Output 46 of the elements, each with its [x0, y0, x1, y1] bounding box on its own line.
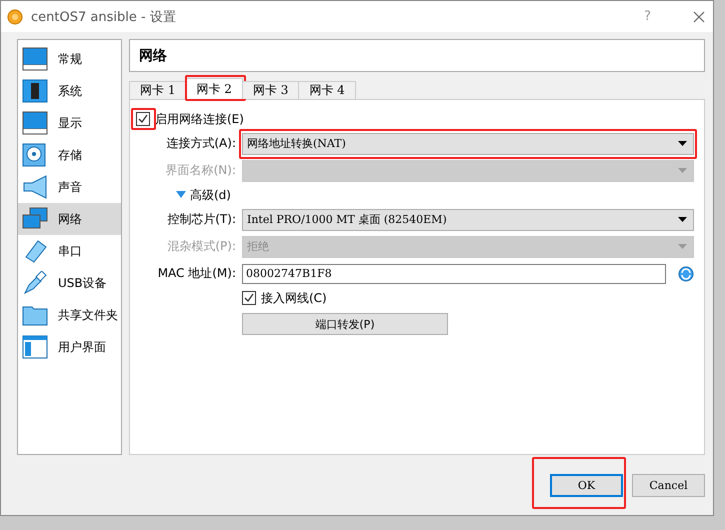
dropdown[interactable]: Intel PRO/1000 MT 桌面 (82540EM) — [242, 208, 694, 230]
sidebar-item[interactable]: 声音 — [18, 171, 121, 203]
checkbox[interactable] — [136, 112, 150, 126]
checkbox-label: 启用网络连接(E) — [155, 110, 244, 128]
sidebar-item[interactable]: 存储 — [18, 139, 121, 171]
sidebar-item[interactable]: 显示 — [18, 107, 121, 139]
tab[interactable]: 网卡 2 — [185, 78, 243, 99]
close-icon[interactable] — [693, 10, 705, 22]
dialog-button[interactable]: Cancel — [632, 474, 705, 496]
usb-icon — [22, 271, 48, 295]
sidebar-item[interactable]: 常规 — [18, 43, 121, 75]
window-title: centOS7 ansible - 设置 — [31, 8, 177, 26]
tab[interactable]: 网卡 3 — [242, 81, 300, 99]
checkbox[interactable] — [242, 291, 256, 305]
sidebar-item[interactable]: 共享文件夹 — [18, 299, 121, 331]
page-title: 网络 — [139, 46, 167, 64]
refresh-icon[interactable] — [678, 266, 694, 282]
speaker-icon — [22, 175, 48, 199]
sidebar-item[interactable]: 系统 — [18, 75, 121, 107]
monitor-icon — [22, 111, 48, 135]
field-label: 连接方式(A): — [165, 135, 236, 152]
sidebar-item[interactable]: 网络 — [18, 203, 121, 235]
sidebar-item[interactable]: 用户界面 — [18, 331, 121, 363]
expand-arrow-icon[interactable] — [176, 191, 186, 199]
app-logo-icon — [7, 8, 23, 24]
dropdown-arrow-icon — [678, 244, 687, 250]
field-label: 控制芯片(T): — [166, 211, 236, 228]
dropdown-arrow-icon — [678, 140, 687, 146]
dropdown-arrow-icon — [678, 168, 687, 174]
chip-icon — [22, 79, 48, 103]
field-label: 界面名称(N): — [164, 162, 236, 179]
sidebar-item[interactable]: USB设备 — [18, 267, 121, 299]
advanced-toggle[interactable]: 高级(d) — [190, 186, 231, 204]
window-icon — [22, 335, 48, 359]
network-icon — [22, 207, 48, 231]
field-label: MAC 地址(M): — [156, 265, 236, 282]
field-label: 混杂模式(P): — [166, 238, 236, 255]
monitor-icon — [22, 47, 48, 71]
tab[interactable]: 网卡 1 — [129, 81, 186, 99]
dropdown-arrow-icon — [678, 216, 687, 222]
tab[interactable]: 网卡 4 — [298, 81, 356, 99]
dialog-button[interactable]: OK — [550, 474, 623, 496]
checkbox-label: 接入网线(C) — [261, 290, 327, 306]
port-forwarding-button[interactable]: 端口转发(P) — [242, 313, 448, 335]
sidebar-item[interactable]: 串口 — [18, 235, 121, 267]
mac-address-field[interactable]: 08002747B1F8 — [242, 264, 666, 284]
